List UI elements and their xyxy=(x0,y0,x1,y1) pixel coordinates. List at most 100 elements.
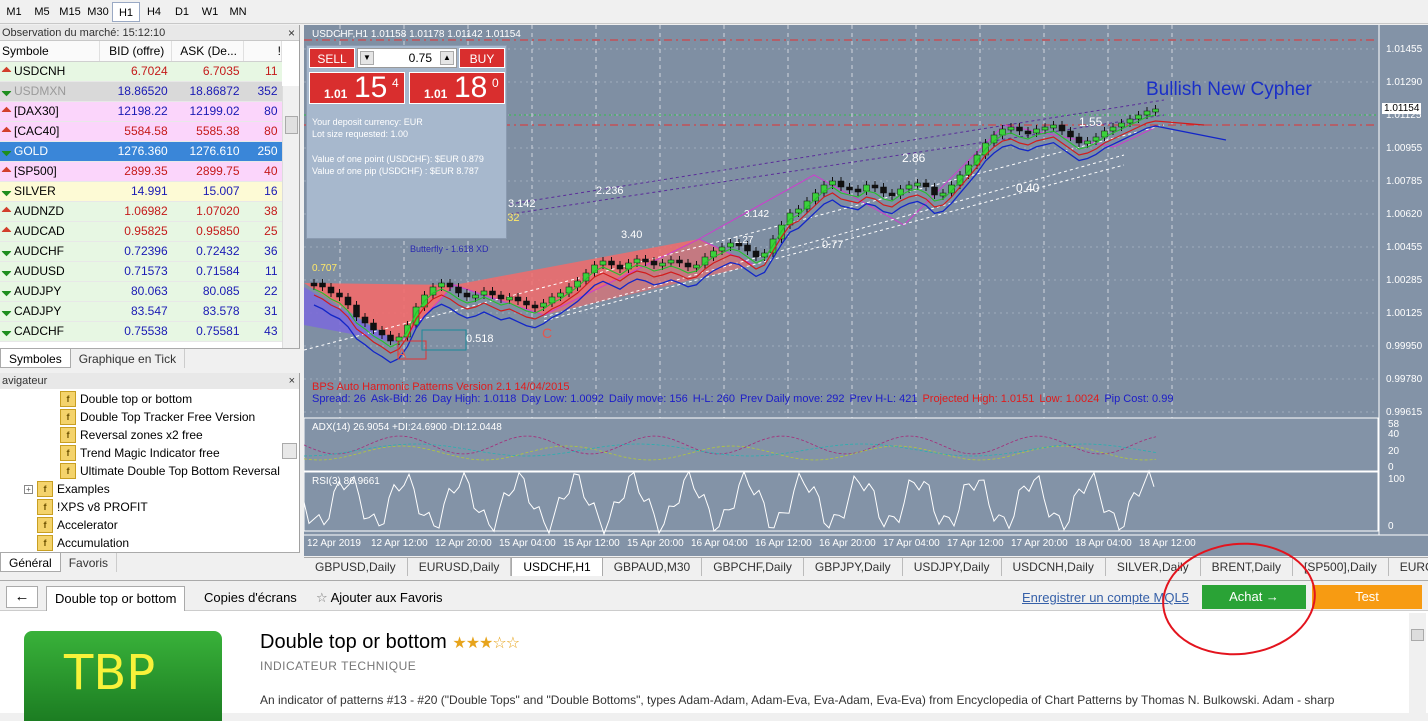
chart-tab[interactable]: GBPAUD,M30 xyxy=(603,558,703,576)
lot-size-value[interactable]: 0.75 xyxy=(409,51,432,65)
table-row[interactable]: AUDUSD 0.71573 0.71584 11 xyxy=(0,261,282,282)
table-row[interactable]: AUDCAD 0.95825 0.95850 25 xyxy=(0,221,282,242)
timeframe-h1[interactable]: H1 xyxy=(112,1,140,22)
timeframe-w1[interactable]: W1 xyxy=(196,2,224,22)
chart-tab[interactable]: EURCHF,M xyxy=(1389,558,1428,576)
chart-tab[interactable]: USDCNH,Daily xyxy=(1002,558,1106,576)
buy-button[interactable]: BUY xyxy=(459,48,505,68)
symbol-cell[interactable]: [CAC40] xyxy=(0,121,100,142)
table-row[interactable]: [SP500] 2899.35 2899.75 40 xyxy=(0,161,282,182)
table-row[interactable]: [DAX30] 12198.22 12199.02 80 xyxy=(0,101,282,122)
navigator-item[interactable]: f Reversal zones x2 free xyxy=(60,426,203,444)
tab-symbols[interactable]: Symboles xyxy=(0,349,71,368)
sell-button[interactable]: SELL xyxy=(309,48,355,68)
navigator-item[interactable]: f Accumulation xyxy=(24,534,129,552)
timeframe-m15[interactable]: M15 xyxy=(56,2,84,22)
back-button[interactable]: ← xyxy=(6,586,38,608)
navigator-item[interactable]: f !XPS v8 PROFIT xyxy=(24,498,148,516)
add-favorites-button[interactable]: ☆ Ajouter aux Favoris xyxy=(308,586,451,611)
product-scrollbar[interactable] xyxy=(1409,613,1426,713)
adx-tick: 40 xyxy=(1388,429,1400,440)
symbol-cell[interactable]: AUDNZD xyxy=(0,201,100,222)
chart-tab[interactable]: GBPCHF,Daily xyxy=(702,558,804,576)
column-header[interactable]: ASK (De... xyxy=(171,41,245,62)
close-icon[interactable]: × xyxy=(288,25,295,41)
table-row[interactable]: CADCHF 0.75538 0.75581 43 xyxy=(0,321,282,342)
symbol-cell[interactable]: GOLD xyxy=(0,141,100,162)
table-row[interactable]: USDMXN 18.86520 18.86872 352 xyxy=(0,81,282,102)
symbol-cell[interactable]: SILVER xyxy=(0,181,100,202)
symbol-cell[interactable]: AUDUSD xyxy=(0,261,100,282)
arrow-down-icon xyxy=(1,106,12,117)
symbol-cell[interactable]: CADCHF xyxy=(0,321,100,342)
chart-tab[interactable]: USDJPY,Daily xyxy=(903,558,1002,576)
navigator-item[interactable]: f Double top or bottom xyxy=(60,390,192,408)
navigator-item[interactable]: f Trend Magic Indicator free xyxy=(60,444,220,462)
timeframe-h4[interactable]: H4 xyxy=(140,2,168,22)
timeframe-m30[interactable]: M30 xyxy=(84,2,112,22)
symbol-cell[interactable]: AUDJPY xyxy=(0,281,100,302)
spread-cell: 43 xyxy=(243,321,282,342)
tab-screenshots[interactable]: Copies d'écrans xyxy=(196,586,305,611)
pattern-label: 0.707 xyxy=(312,263,338,274)
navigator-item-label: Double Top Tracker Free Version xyxy=(80,410,256,424)
timeframe-toolbar: M1 M5 M15 M30 H1 H4 D1 W1 MN xyxy=(0,0,1428,24)
symbol-cell[interactable]: USDMXN xyxy=(0,81,100,102)
chart-tab[interactable]: GBPUSD,Daily xyxy=(304,558,408,576)
tab-tick-chart[interactable]: Graphique en Tick xyxy=(71,349,186,368)
time-tick: 17 Apr 12:00 xyxy=(947,538,1004,549)
navigator-item[interactable]: + f Examples xyxy=(24,480,110,498)
navigator-item-label: Reversal zones x2 free xyxy=(80,428,203,442)
table-row[interactable]: AUDCHF 0.72396 0.72432 36 xyxy=(0,241,282,262)
timeframe-mn[interactable]: MN xyxy=(224,2,252,22)
symbol-cell[interactable]: AUDCHF xyxy=(0,241,100,262)
ask-cell: 0.72432 xyxy=(171,241,244,262)
table-row[interactable]: SILVER 14.991 15.007 16 xyxy=(0,181,282,202)
candle xyxy=(1143,110,1151,116)
expand-icon[interactable]: + xyxy=(24,484,33,494)
column-header[interactable]: Symbole xyxy=(0,41,101,62)
sell-price-button[interactable]: 1.01 15 4 xyxy=(309,71,405,104)
navigator-item[interactable]: f Double Top Tracker Free Version xyxy=(60,408,255,426)
one-click-trading-panel: SELL ▼ 0.75 ▲ BUY 1.01 15 4 1.01 18 0 Yo… xyxy=(306,45,507,239)
chart-tab[interactable]: USDCHF,H1 xyxy=(511,558,603,576)
symbol-cell[interactable]: CADJPY xyxy=(0,301,100,322)
timeframe-m1[interactable]: M1 xyxy=(0,2,28,22)
buy-price-button[interactable]: 1.01 18 0 xyxy=(409,71,505,104)
table-row[interactable]: GOLD 1276.360 1276.610 250 xyxy=(0,141,282,162)
lot-decrease-button[interactable]: ▼ xyxy=(360,51,374,65)
column-header[interactable]: BID (offre) xyxy=(99,41,173,62)
chart-tab[interactable]: GBPJPY,Daily xyxy=(804,558,903,576)
symbol-cell[interactable]: AUDCAD xyxy=(0,221,100,242)
pattern-label: 1.27 xyxy=(734,235,754,246)
symbol-cell[interactable]: [SP500] xyxy=(0,161,100,182)
navigator-scrollbar-thumb[interactable] xyxy=(282,443,297,459)
timeframe-d1[interactable]: D1 xyxy=(168,2,196,22)
scrollbar-thumb[interactable] xyxy=(1411,629,1424,641)
lot-size-field[interactable]: ▼ 0.75 ▲ xyxy=(357,48,457,68)
symbol-cell[interactable]: USDCNH xyxy=(0,61,100,82)
stat-value: 26 xyxy=(414,393,428,405)
market-watch-scrollbar[interactable] xyxy=(282,86,299,348)
table-row[interactable]: [CAC40] 5584.58 5585.38 80 xyxy=(0,121,282,142)
table-row[interactable]: AUDNZD 1.06982 1.07020 38 xyxy=(0,201,282,222)
timeframe-m5[interactable]: M5 xyxy=(28,2,56,22)
test-product-button[interactable]: Test xyxy=(1312,585,1422,609)
navigator-item[interactable]: f Accelerator xyxy=(24,516,118,534)
scrollbar-thumb[interactable] xyxy=(285,116,298,134)
column-header[interactable]: ! xyxy=(243,41,282,62)
candle xyxy=(1092,136,1100,142)
symbol-cell[interactable]: [DAX30] xyxy=(0,101,100,122)
navigator-item[interactable]: f Ultimate Double Top Bottom Reversal xyxy=(60,462,280,480)
tab-general[interactable]: Général xyxy=(0,553,61,572)
close-icon[interactable]: × xyxy=(289,373,295,389)
lot-increase-button[interactable]: ▲ xyxy=(440,51,454,65)
time-tick: 12 Apr 2019 xyxy=(307,538,361,549)
chart-tab[interactable]: EURUSD,Daily xyxy=(408,558,512,576)
table-row[interactable]: CADJPY 83.547 83.578 31 xyxy=(0,301,282,322)
table-row[interactable]: USDCNH 6.7024 6.7035 11 xyxy=(0,61,282,82)
tab-product[interactable]: Double top or bottom xyxy=(46,586,186,611)
tab-favorites[interactable]: Favoris xyxy=(61,553,118,572)
stat-item: Prev Daily move: 292 xyxy=(740,393,845,405)
table-row[interactable]: AUDJPY 80.063 80.085 22 xyxy=(0,281,282,302)
